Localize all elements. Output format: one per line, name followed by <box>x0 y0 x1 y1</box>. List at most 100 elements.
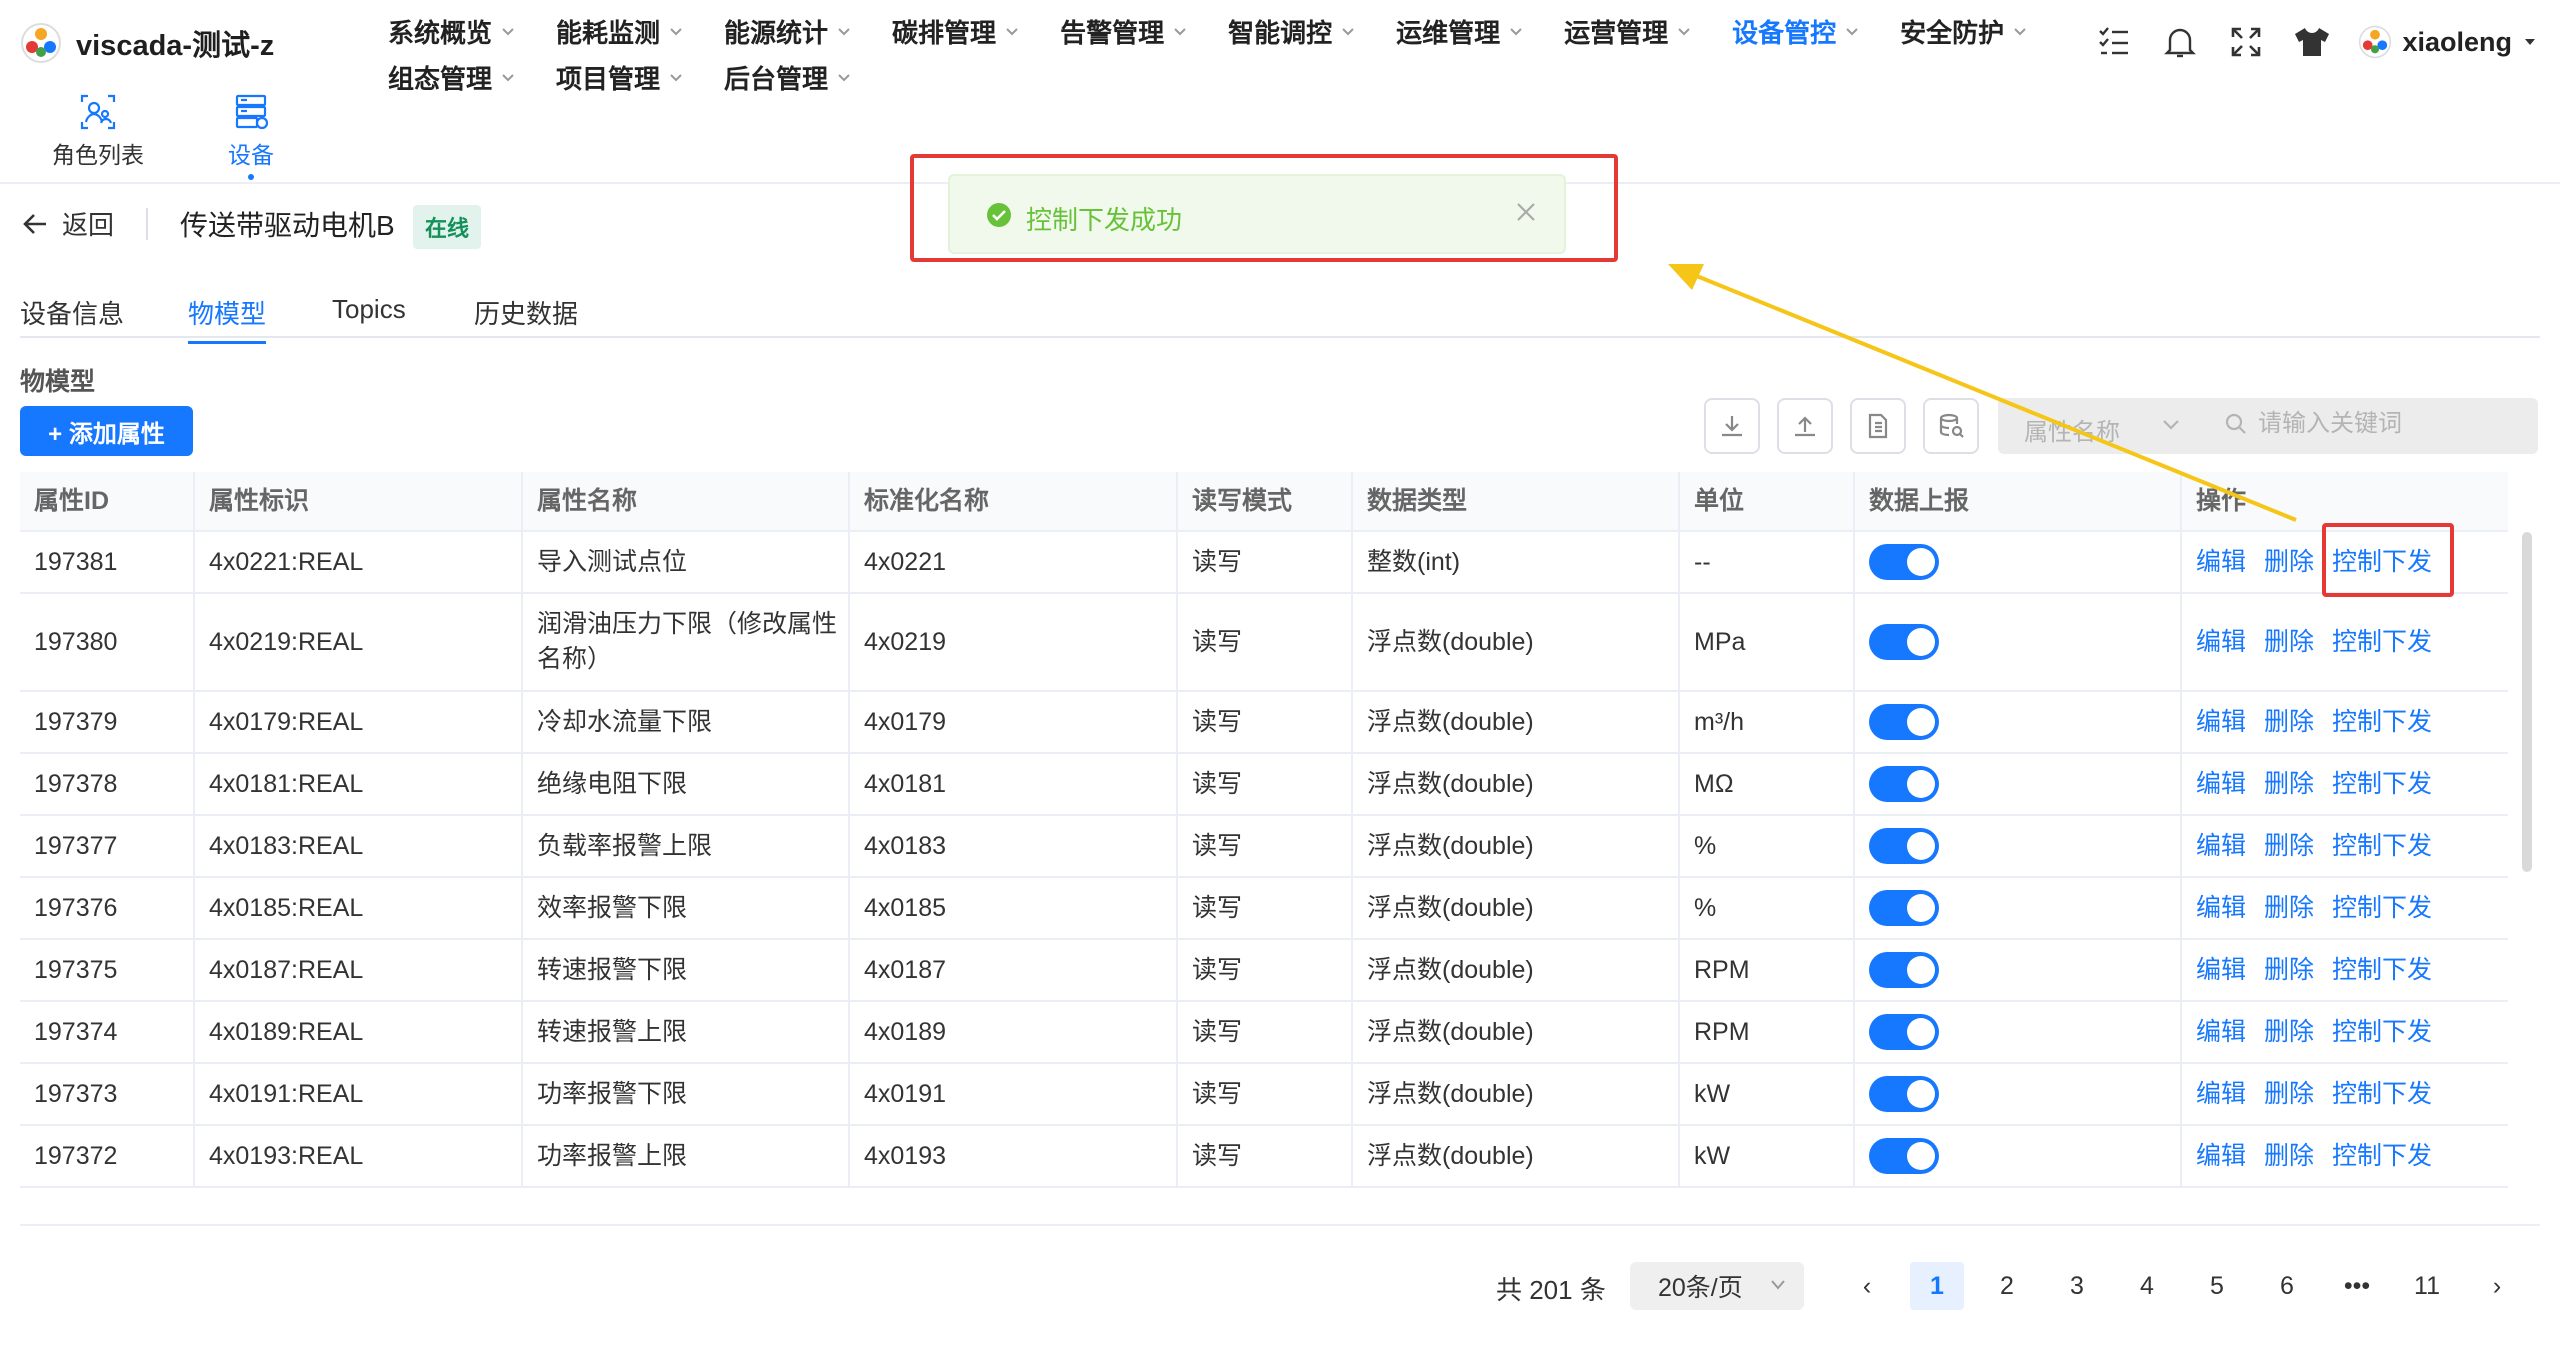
back-button[interactable]: 返回 <box>22 205 114 242</box>
nav-item[interactable]: 项目管理 <box>556 59 684 96</box>
control-dispatch-button[interactable]: 控制下发 <box>2332 545 2432 580</box>
edit-button[interactable]: 编辑 <box>2196 1077 2246 1112</box>
delete-button[interactable]: 删除 <box>2264 1015 2314 1050</box>
attribute-id-cell: 197375 <box>20 940 195 1000</box>
task-list-icon[interactable] <box>2094 22 2134 62</box>
export-document-button[interactable] <box>1850 398 1906 454</box>
report-toggle[interactable] <box>1869 624 1939 660</box>
table-scrollbar[interactable] <box>2522 532 2532 872</box>
close-icon[interactable] <box>1514 200 1538 224</box>
report-toggle[interactable] <box>1869 1076 1939 1112</box>
nav-item[interactable]: 设备管控 <box>1732 13 1860 50</box>
add-attribute-button[interactable]: + 添加属性 <box>20 406 193 456</box>
page-ellipsis[interactable]: ••• <box>2330 1262 2384 1310</box>
database-search-button[interactable] <box>1923 398 1979 454</box>
report-toggle[interactable] <box>1869 544 1939 580</box>
keyword-search-input[interactable] <box>2258 410 2538 438</box>
report-toggle[interactable] <box>1869 828 1939 864</box>
nav-item[interactable]: 碳排管理 <box>892 13 1020 50</box>
page-size-select[interactable]: 20条/页 <box>1630 1262 1804 1310</box>
data-type-cell: 浮点数(double) <box>1353 1126 1680 1186</box>
edit-button[interactable]: 编辑 <box>2196 891 2246 926</box>
nav-item[interactable]: 告警管理 <box>1060 13 1188 50</box>
tab-thing-model[interactable]: 物模型 <box>188 294 267 344</box>
report-toggle[interactable] <box>1869 890 1939 926</box>
edit-button[interactable]: 编辑 <box>2196 1139 2246 1174</box>
nav-item[interactable]: 组态管理 <box>388 59 516 96</box>
column-header: 标准化名称 <box>850 472 1178 530</box>
delete-button[interactable]: 删除 <box>2264 1077 2314 1112</box>
next-page-button[interactable]: › <box>2470 1262 2524 1310</box>
device-name: 传送带驱动电机B <box>180 210 395 241</box>
edit-button[interactable]: 编辑 <box>2196 705 2246 740</box>
quick-link-role-list[interactable]: 角色列表 <box>52 92 144 170</box>
nav-item[interactable]: 系统概览 <box>388 13 516 50</box>
edit-button[interactable]: 编辑 <box>2196 953 2246 988</box>
nav-item[interactable]: 智能调控 <box>1228 13 1356 50</box>
page-button[interactable]: 1 <box>1910 1262 1964 1310</box>
page-button[interactable]: 11 <box>2400 1262 2454 1310</box>
delete-button[interactable]: 删除 <box>2264 705 2314 740</box>
tab-device-info[interactable]: 设备信息 <box>20 294 124 341</box>
quick-link-device[interactable]: 设备 <box>228 92 274 180</box>
theme-shirt-icon[interactable] <box>2292 22 2332 62</box>
control-dispatch-button[interactable]: 控制下发 <box>2332 625 2432 660</box>
delete-button[interactable]: 删除 <box>2264 1139 2314 1174</box>
prev-page-button[interactable]: ‹ <box>1840 1262 1894 1310</box>
toggle-knob <box>1907 956 1935 984</box>
report-toggle[interactable] <box>1869 1014 1939 1050</box>
edit-button[interactable]: 编辑 <box>2196 767 2246 802</box>
nav-item[interactable]: 能源统计 <box>724 13 852 50</box>
table-row: 197379 4x0179:REAL 冷却水流量下限 4x0179 读写 浮点数(doub… <box>20 692 2508 754</box>
page-button[interactable]: 4 <box>2120 1262 2174 1310</box>
nav-item[interactable]: 运维管理 <box>1396 13 1524 50</box>
tab-topics[interactable]: Topics <box>332 294 406 335</box>
report-toggle[interactable] <box>1869 1138 1939 1174</box>
control-dispatch-button[interactable]: 控制下发 <box>2332 953 2432 988</box>
nav-item[interactable]: 后台管理 <box>724 59 852 96</box>
delete-button[interactable]: 删除 <box>2264 625 2314 660</box>
attribute-select[interactable]: 属性名称 <box>2024 412 2120 447</box>
page-button[interactable]: 2 <box>1980 1262 2034 1310</box>
page-button[interactable]: 3 <box>2050 1262 2104 1310</box>
delete-button[interactable]: 删除 <box>2264 953 2314 988</box>
main-nav-row-1: 系统概览 能耗监测 能源统计 碳排管理 告警管理 智能调控 运维管理 运营管理 设备管控 安全防护 <box>388 8 2028 54</box>
bell-icon[interactable] <box>2160 22 2200 62</box>
page-button[interactable]: 5 <box>2190 1262 2244 1310</box>
control-dispatch-button[interactable]: 控制下发 <box>2332 705 2432 740</box>
edit-button[interactable]: 编辑 <box>2196 1015 2246 1050</box>
edit-button[interactable]: 编辑 <box>2196 829 2246 864</box>
upload-button[interactable] <box>1777 398 1833 454</box>
page-button[interactable]: 6 <box>2260 1262 2314 1310</box>
report-toggle[interactable] <box>1869 704 1939 740</box>
chevron-down-icon <box>1771 1280 1785 1290</box>
fullscreen-icon[interactable] <box>2226 22 2266 62</box>
report-cell <box>1855 1064 2182 1124</box>
chevron-down-icon <box>1510 28 1522 36</box>
edit-button[interactable]: 编辑 <box>2196 625 2246 660</box>
control-dispatch-button[interactable]: 控制下发 <box>2332 1015 2432 1050</box>
control-dispatch-button[interactable]: 控制下发 <box>2332 829 2432 864</box>
control-dispatch-button[interactable]: 控制下发 <box>2332 1077 2432 1112</box>
nav-item[interactable]: 能耗监测 <box>556 13 684 50</box>
delete-button[interactable]: 删除 <box>2264 767 2314 802</box>
brand[interactable]: viscada-测试-z <box>20 22 274 64</box>
delete-button[interactable]: 删除 <box>2264 891 2314 926</box>
data-type-cell: 浮点数(double) <box>1353 754 1680 814</box>
delete-button[interactable]: 删除 <box>2264 545 2314 580</box>
report-toggle[interactable] <box>1869 952 1939 988</box>
download-button[interactable] <box>1704 398 1760 454</box>
data-type-cell: 整数(int) <box>1353 532 1680 592</box>
nav-item[interactable]: 运营管理 <box>1564 13 1692 50</box>
control-dispatch-button[interactable]: 控制下发 <box>2332 767 2432 802</box>
control-dispatch-button[interactable]: 控制下发 <box>2332 1139 2432 1174</box>
report-toggle[interactable] <box>1869 766 1939 802</box>
nav-item[interactable]: 安全防护 <box>1900 13 2028 50</box>
header-actions: xiaoleng <box>2094 22 2538 62</box>
user-menu[interactable]: xiaoleng <box>2358 25 2538 59</box>
control-dispatch-button[interactable]: 控制下发 <box>2332 891 2432 926</box>
edit-button[interactable]: 编辑 <box>2196 545 2246 580</box>
delete-button[interactable]: 删除 <box>2264 829 2314 864</box>
standard-name-cell: 4x0189 <box>850 1002 1178 1062</box>
tab-history-data[interactable]: 历史数据 <box>474 294 578 341</box>
